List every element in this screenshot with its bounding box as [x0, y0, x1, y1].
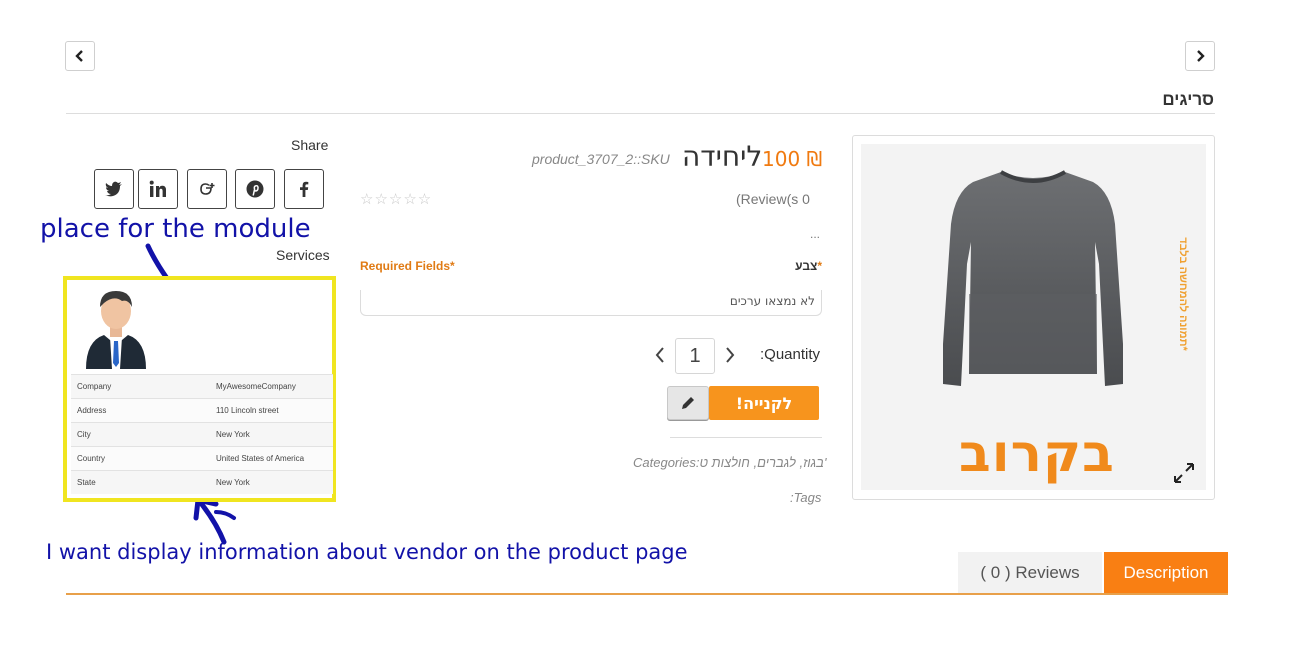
color-label: *צבע — [795, 259, 822, 273]
table-row: Address 110 Lincoln street — [71, 398, 333, 422]
vendor-city-value: New York — [216, 430, 250, 439]
tabs-underline — [66, 593, 1228, 595]
chevron-left-icon — [75, 50, 83, 62]
tab-reviews[interactable]: ( 0 ) Reviews — [958, 552, 1102, 593]
twitter-icon — [105, 181, 122, 197]
share-label: Share — [291, 137, 329, 153]
reviews-count[interactable]: (Review(s 0 — [736, 191, 810, 207]
google-plus-icon — [200, 183, 215, 195]
pinterest-icon — [246, 180, 264, 198]
next-button[interactable] — [1185, 41, 1215, 71]
product-sku: product_3707_2::SKU — [532, 151, 670, 167]
vendor-country-key: Country — [77, 454, 106, 463]
vendor-country-value: United States of America — [216, 454, 305, 463]
expand-icon[interactable] — [1173, 462, 1195, 484]
module-annotation: place for the module — [40, 214, 311, 244]
vendor-table: Company MyAwesomeCompany Address 110 Linco… — [71, 374, 333, 494]
prev-button[interactable] — [65, 41, 95, 71]
twitter-button[interactable] — [94, 169, 134, 209]
facebook-button[interactable] — [284, 169, 324, 209]
vendor-avatar — [86, 291, 146, 369]
product-image-frame: בקרוב *תמונה להמחשה בלבד — [852, 135, 1215, 500]
linkedin-icon — [149, 180, 166, 197]
required-mark: * — [817, 259, 822, 273]
divider — [670, 437, 822, 438]
table-row: State New York — [71, 470, 333, 494]
vendor-city-key: City — [77, 430, 91, 439]
google-plus-button[interactable] — [187, 169, 227, 209]
short-description: ... — [810, 227, 821, 241]
categories[interactable]: Categories:בגוז, לגברים, חולצות ט' — [633, 455, 826, 470]
facebook-icon — [300, 181, 309, 197]
vendor-state-key: State — [77, 478, 96, 487]
vendor-address-key: Address — [77, 406, 107, 415]
category-title: סריגים — [1162, 90, 1214, 109]
color-select[interactable]: לא נמצאו ערכים — [360, 290, 822, 316]
quantity-label: :Quantity — [760, 346, 821, 363]
price-unit-title: ליחידה — [682, 140, 763, 173]
product-price: 100 ₪ — [762, 147, 823, 171]
vendor-state-value: New York — [216, 478, 250, 487]
vendor-info-box: Company MyAwesomeCompany Address 110 Linco… — [63, 276, 336, 502]
chevron-left-icon — [655, 347, 664, 363]
quantity-increase-button[interactable] — [722, 344, 738, 366]
tab-description[interactable]: Description — [1104, 552, 1228, 593]
quantity-input[interactable]: 1 — [675, 338, 715, 374]
image-disclaimer: *תמונה להמחשה בלבד — [1177, 237, 1189, 351]
table-row: City New York — [71, 422, 333, 446]
vendor-company-key: Company — [77, 382, 112, 391]
chevron-right-icon — [726, 347, 735, 363]
table-row: Company MyAwesomeCompany — [71, 374, 333, 398]
product-image[interactable]: בקרוב *תמונה להמחשה בלבד — [861, 144, 1206, 490]
pencil-icon — [682, 397, 694, 409]
edit-button[interactable] — [667, 386, 709, 420]
quantity-decrease-button[interactable] — [652, 344, 668, 366]
table-row: Country United States of America — [71, 446, 333, 470]
buy-button[interactable]: לקנייה! — [709, 386, 819, 420]
chevron-right-icon — [1197, 50, 1205, 62]
tags: :Tags — [790, 490, 822, 505]
divider — [66, 113, 1215, 114]
pinterest-button[interactable] — [235, 169, 275, 209]
required-fields-note: Required Fields* — [360, 259, 455, 273]
vendor-company-value: MyAwesomeCompany — [216, 382, 296, 391]
vendor-annotation: I want display information about vendor … — [46, 540, 688, 564]
linkedin-button[interactable] — [138, 169, 178, 209]
services-label: Services — [276, 247, 330, 263]
coming-soon-text: בקרוב — [959, 424, 1115, 484]
rating-stars[interactable]: ☆☆☆☆☆ — [360, 190, 432, 208]
vendor-address-value: 110 Lincoln street — [216, 406, 279, 415]
